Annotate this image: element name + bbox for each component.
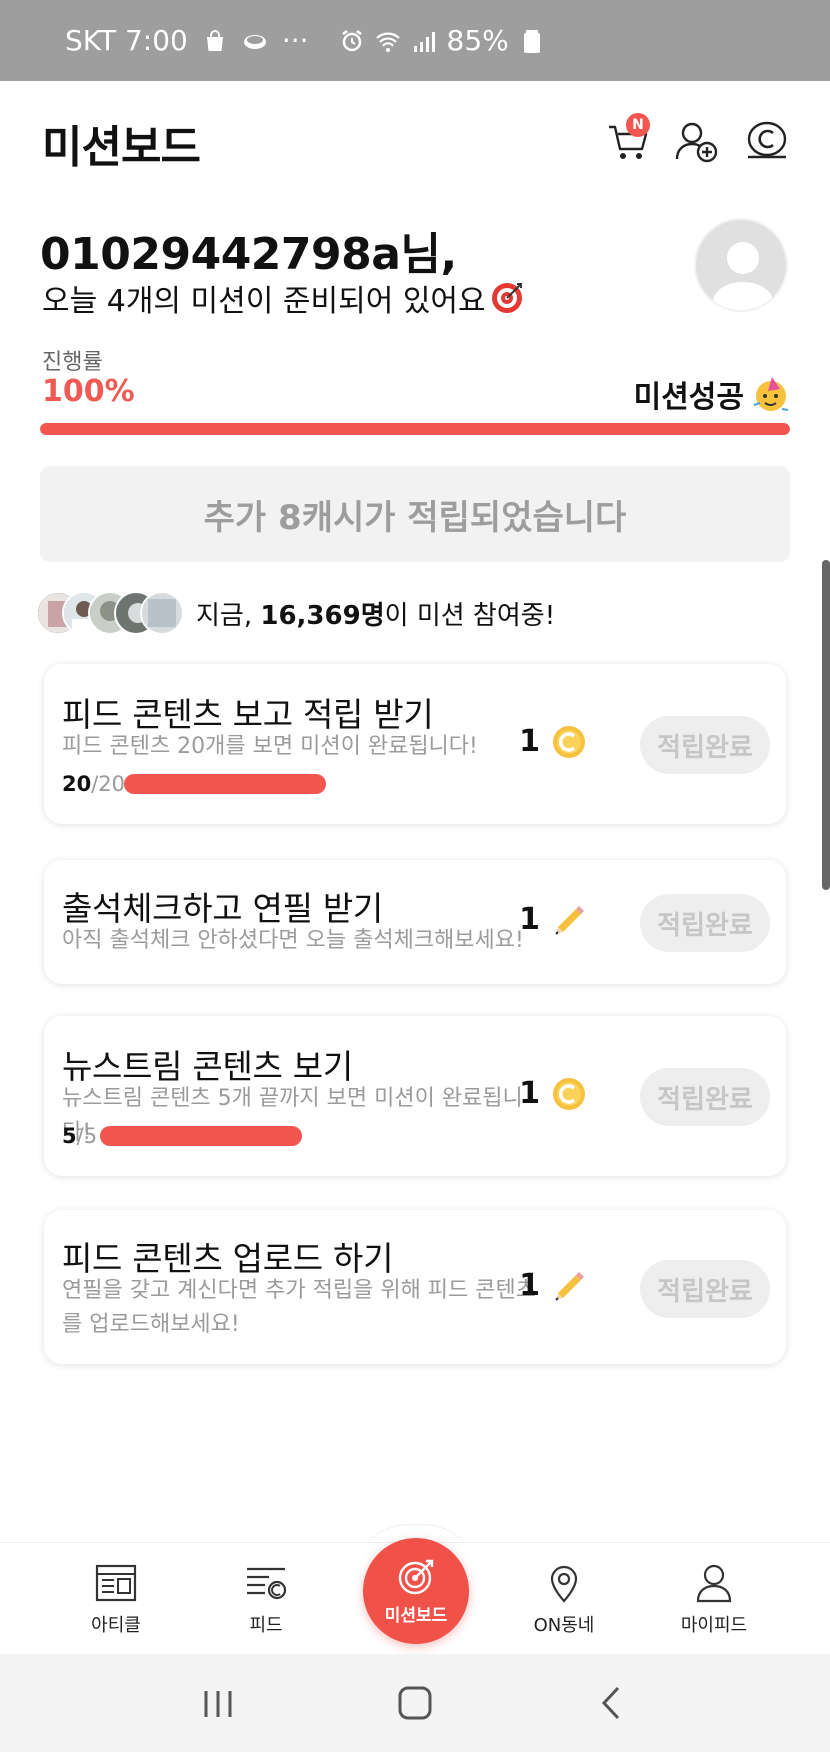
mission-success-label: 미션성공 <box>633 380 744 415</box>
participants-text: 지금, 16,369명이 미션 참여중! <box>196 595 555 632</box>
feed-icon <box>247 1567 287 1600</box>
reward-amount: 1 <box>519 1268 540 1303</box>
profile-avatar[interactable] <box>694 218 788 312</box>
mission-card[interactable]: 출석체크하고 연필 받기 아직 출석체크 안하셨다면 오늘 출석체크해보세요! … <box>44 860 786 984</box>
nav-label: ON동네 <box>533 1615 595 1636</box>
mission-count-done: 5 <box>62 1124 77 1148</box>
nav-item-missionboard[interactable]: 미션보드 <box>363 1538 469 1644</box>
person-icon <box>696 1564 732 1603</box>
cloud-icon <box>243 34 266 49</box>
greeting-message: 오늘 4개의 미션이 준비되어 있어요 <box>42 284 486 319</box>
greeting-message-row: 오늘 4개의 미션이 준비되어 있어요 <box>42 276 524 320</box>
mission-count-total: /20 <box>91 772 126 796</box>
participants-count: 16,369명 <box>260 600 385 631</box>
mission-count: 20/20 <box>62 772 125 796</box>
alarm-icon <box>341 29 362 51</box>
reward-amount: 1 <box>519 902 540 937</box>
battery-icon <box>523 29 540 53</box>
progress-bar-fill <box>40 423 790 435</box>
mission-description: 피드 콘텐츠 20개를 보면 미션이 완료됩니다! <box>62 734 478 759</box>
new-badge: N <box>626 113 650 137</box>
coin-icon <box>553 725 585 758</box>
reward-amount: 1 <box>519 724 540 759</box>
claim-complete-button[interactable]: 적립완료 <box>640 894 770 952</box>
mission-title: 피드 콘텐츠 보고 적립 받기 <box>62 695 434 734</box>
target-icon <box>398 1559 434 1594</box>
nav-label: 피드 <box>249 1615 283 1636</box>
cash-icon[interactable] <box>744 119 790 165</box>
status-bar: SKT 7:00 ··· 85% <box>0 0 830 81</box>
coin-icon <box>553 1077 585 1110</box>
nav-item-feed[interactable]: 피드 <box>206 1563 326 1637</box>
mission-success: 미션성공 <box>634 372 790 416</box>
mission-card[interactable]: 뉴스트림 콘텐츠 보기 뉴스트림 콘텐츠 5개 끝까지 보면 미션이 완료됩니다… <box>44 1016 786 1176</box>
mission-count-done: 20 <box>62 772 92 796</box>
participants-prefix: 지금, <box>196 600 261 631</box>
back-icon[interactable] <box>592 1683 632 1723</box>
mission-reward: 1 <box>519 724 586 759</box>
extra-cash-banner: 추가 8캐시가 적립되었습니다 <box>40 466 790 562</box>
mission-card[interactable]: 피드 콘텐츠 업로드 하기 연필을 갖고 계신다면 추가 적립을 위해 피드 콘… <box>44 1210 786 1364</box>
participants-suffix: 이 미션 참여중! <box>384 600 556 631</box>
mission-count: 5/5 <box>62 1124 97 1148</box>
nav-label: 아티클 <box>91 1615 141 1636</box>
mission-reward: 1 <box>519 1268 586 1303</box>
signal-icon <box>413 31 435 52</box>
party-face-icon <box>753 377 789 411</box>
pencil-icon <box>555 1271 584 1301</box>
claim-complete-button[interactable]: 적립완료 <box>640 1068 770 1126</box>
progress-label: 진행률 <box>42 350 103 375</box>
mission-card[interactable]: 피드 콘텐츠 보고 적립 받기 피드 콘텐츠 20개를 보면 미션이 완료됩니다… <box>44 664 786 824</box>
nav-label: 미션보드 <box>384 1605 448 1626</box>
claim-complete-button[interactable]: 적립완료 <box>640 1260 770 1318</box>
add-friend-icon[interactable] <box>674 119 720 165</box>
nav-item-my-feed[interactable]: 마이피드 <box>654 1563 774 1637</box>
mission-title: 출석체크하고 연필 받기 <box>62 889 383 928</box>
mission-progress-bar <box>124 774 326 794</box>
target-icon <box>491 283 522 313</box>
nav-item-on-neighborhood[interactable]: ON동네 <box>504 1563 624 1637</box>
nav-label: 마이피드 <box>680 1615 748 1636</box>
recent-apps-icon[interactable] <box>198 1683 238 1723</box>
default-avatar-icon <box>713 242 773 310</box>
home-icon[interactable] <box>395 1683 435 1723</box>
progress-bar <box>40 423 790 435</box>
mission-progress-bar <box>100 1126 302 1146</box>
mission-reward: 1 <box>519 1076 586 1111</box>
battery-percent: 85% <box>446 24 509 57</box>
carrier-time: SKT 7:00 <box>65 24 188 57</box>
app-header: 미션보드 <box>0 81 830 201</box>
nav-item-article[interactable]: 아티클 <box>56 1563 176 1637</box>
wifi-icon <box>375 32 400 52</box>
location-pin-icon <box>550 1565 578 1603</box>
participants-row: 지금, 16,369명이 미션 참여중! <box>36 590 555 636</box>
mission-description: 연필을 갖고 계신다면 추가 적립을 위해 피드 콘텐츠를 업로드해보세요! <box>62 1278 536 1337</box>
claim-complete-button[interactable]: 적립완료 <box>640 716 770 774</box>
reward-amount: 1 <box>519 1076 540 1111</box>
pencil-icon <box>555 905 584 935</box>
system-nav-bar <box>0 1654 830 1752</box>
page-title: 미션보드 <box>42 122 201 173</box>
article-icon <box>95 1564 137 1602</box>
user-greeting-name: 01029442798a님, <box>40 229 457 280</box>
scrollbar[interactable] <box>822 560 830 890</box>
progress-value: 100% <box>42 374 135 409</box>
mission-count-total: /5 <box>76 1124 98 1148</box>
participant-avatar <box>140 591 184 635</box>
mission-title: 피드 콘텐츠 업로드 하기 <box>62 1239 394 1278</box>
mission-description: 아직 출석체크 안하셨다면 오늘 출석체크해보세요! <box>62 928 524 953</box>
shopping-bag-icon <box>206 29 223 51</box>
mission-title: 뉴스트림 콘텐츠 보기 <box>62 1047 353 1086</box>
mission-reward: 1 <box>519 902 586 937</box>
more-notifications-icon: ··· <box>281 24 309 57</box>
